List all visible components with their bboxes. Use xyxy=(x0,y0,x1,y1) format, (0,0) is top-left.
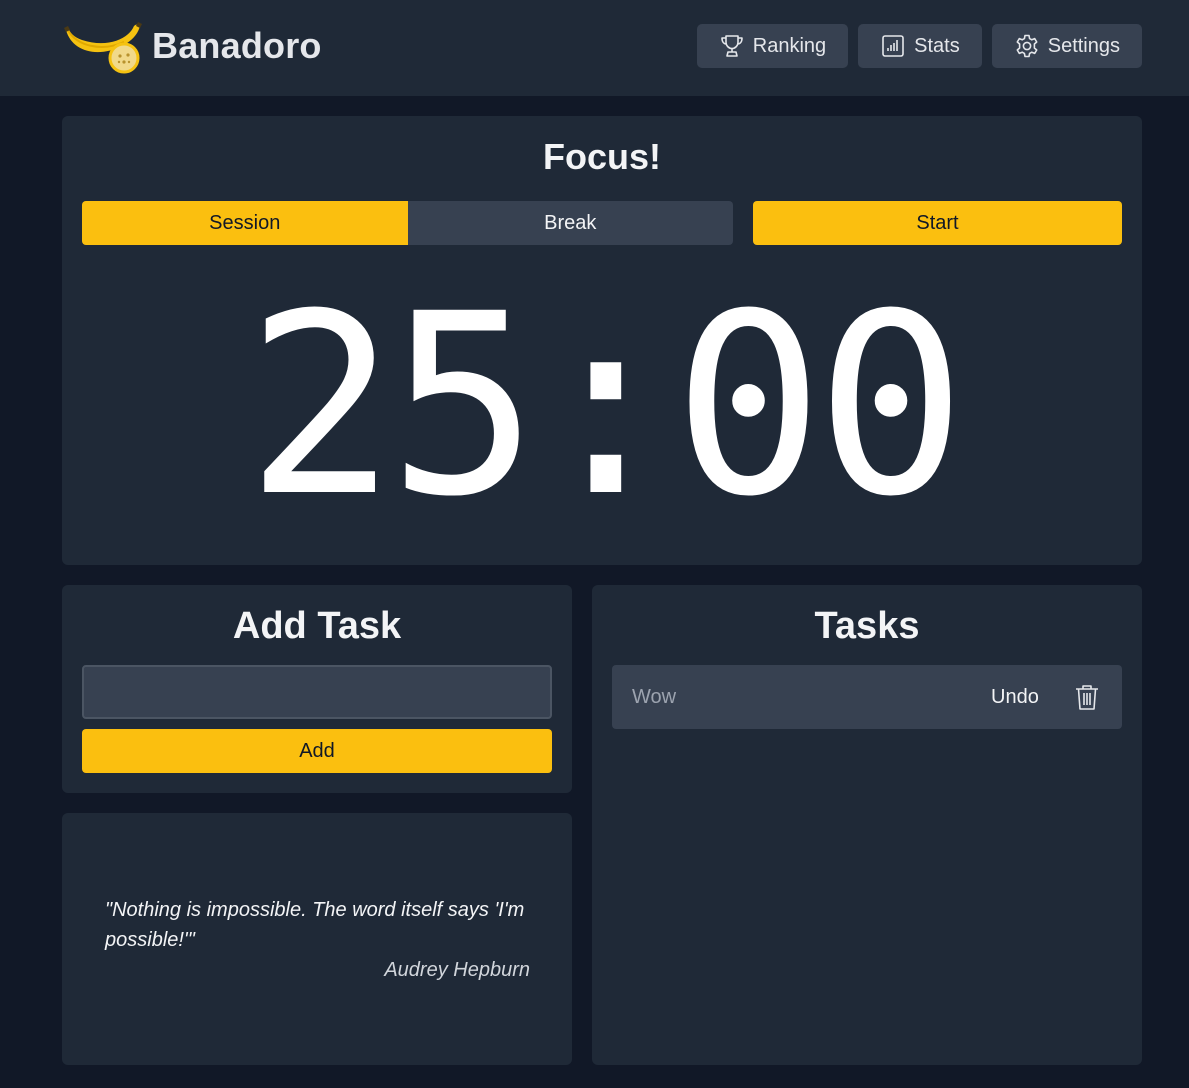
trash-icon[interactable] xyxy=(1074,683,1100,711)
brand[interactable]: Banadoro xyxy=(62,18,322,74)
ranking-button[interactable]: Ranking xyxy=(696,24,849,68)
stats-label: Stats xyxy=(914,34,960,57)
add-task-button[interactable]: Add xyxy=(82,729,552,773)
task-name: Wow xyxy=(632,686,677,708)
app-header: Banadoro Ranking Stats Settings xyxy=(0,0,1189,96)
mode-toggle: Session Break xyxy=(82,201,733,245)
timer-title: Focus! xyxy=(542,136,661,177)
quote-text: "Nothing is impossible. The word itself … xyxy=(105,899,525,951)
break-tab[interactable]: Break xyxy=(408,201,734,245)
stats-button[interactable]: Stats xyxy=(858,24,982,68)
quote-panel: "Nothing is impossible. The word itself … xyxy=(62,813,572,1065)
task-item: Wow Undo xyxy=(612,665,1122,729)
add-task-title: Add Task xyxy=(232,605,402,647)
settings-label: Settings xyxy=(1047,34,1120,57)
settings-button[interactable]: Settings xyxy=(991,24,1142,68)
ranking-label: Ranking xyxy=(752,34,827,57)
gear-icon xyxy=(1014,33,1048,59)
tasks-panel: Tasks Wow Undo xyxy=(592,585,1142,1065)
timer-display: 25:00 xyxy=(245,260,967,551)
session-tab[interactable]: Session xyxy=(82,201,408,245)
bar-chart-icon xyxy=(880,33,914,59)
quote-author: Audrey Hepburn xyxy=(384,959,530,981)
top-nav: Ranking Stats Settings xyxy=(696,24,1142,68)
task-input[interactable] xyxy=(82,665,552,719)
app-name: Banadoro xyxy=(152,25,322,66)
tasks-title: Tasks xyxy=(814,605,920,647)
timer-panel: Focus! Session Break Start 25:00 xyxy=(62,116,1142,565)
start-button[interactable]: Start xyxy=(753,201,1122,245)
add-task-panel: Add Task Add xyxy=(62,585,572,793)
banana-icon xyxy=(64,22,142,74)
undo-button[interactable]: Undo xyxy=(991,665,1039,729)
trophy-icon xyxy=(719,33,753,59)
